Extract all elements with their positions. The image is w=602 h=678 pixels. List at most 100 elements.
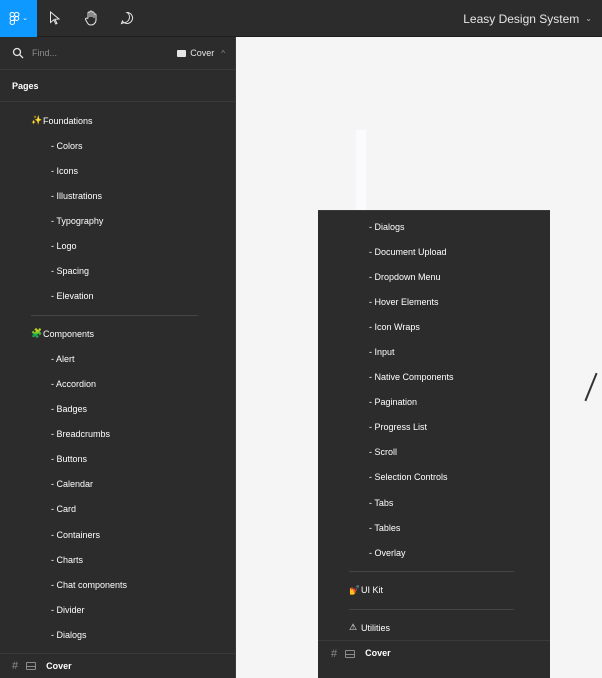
dropdown-item-progress-list[interactable]: - Progress List: [318, 415, 550, 440]
page-label: - Tables: [369, 522, 401, 533]
figma-menu-button[interactable]: ⌄: [0, 0, 37, 37]
page-label: - Badges: [51, 404, 88, 415]
page-label: - Dropdown Menu: [369, 271, 441, 282]
page-item-spacing[interactable]: - Spacing: [0, 259, 235, 284]
warning-icon: ⚠: [349, 622, 358, 633]
page-label: - Chat components: [51, 579, 128, 590]
dropdown-item-dialogs[interactable]: - Dialogs: [318, 214, 550, 239]
cursor-icon: [50, 11, 61, 25]
page-item-charts[interactable]: - Charts: [0, 547, 235, 572]
dropdown-footer: # Cover: [318, 640, 550, 678]
dropdown-item-dropdown-menu[interactable]: - Dropdown Menu: [318, 264, 550, 289]
pages-dropdown[interactable]: - Dialogs - Document Upload - Dropdown M…: [318, 210, 550, 678]
page-item-foundations[interactable]: ✨ Foundations: [0, 108, 235, 133]
dropdown-list: - Dialogs - Document Upload - Dropdown M…: [318, 214, 550, 641]
page-label: - Dialogs: [51, 629, 87, 640]
page-item-card[interactable]: - Card: [0, 497, 235, 522]
dropdown-divider: [318, 565, 550, 578]
page-item-colors[interactable]: - Colors: [0, 133, 235, 158]
page-item-typography[interactable]: - Typography: [0, 208, 235, 233]
dropdown-item-hover-elements[interactable]: - Hover Elements: [318, 289, 550, 314]
dropdown-item-icon-wraps[interactable]: - Icon Wraps: [318, 314, 550, 339]
page-label: - Containers: [51, 529, 101, 540]
search-input[interactable]: [32, 48, 178, 58]
dropdown-item-utilities[interactable]: ⚠ Utilities: [318, 615, 550, 640]
move-tool-button[interactable]: [37, 0, 73, 37]
left-panel: Cover ^ Pages ✨Foundations - Colors - Ic…: [0, 37, 236, 678]
page-label: - Colors: [51, 140, 83, 151]
pages-header: Pages: [0, 70, 235, 102]
page-label: - Breadcrumbs: [51, 429, 111, 440]
hand-icon: [84, 10, 97, 26]
device-icon[interactable]: [345, 650, 356, 658]
page-item-elevation[interactable]: - Elevation: [0, 284, 235, 309]
current-page-label: Cover: [190, 48, 215, 58]
page-label: - Card: [51, 504, 77, 515]
page-label: - Input: [369, 347, 395, 358]
panel-footer: # Cover: [0, 653, 235, 678]
dropdown-item-overlay[interactable]: - Overlay: [318, 540, 550, 565]
chevron-up-icon: ^: [221, 48, 225, 58]
page-item-accordion[interactable]: - Accordion: [0, 371, 235, 396]
page-item-logo[interactable]: - Logo: [0, 233, 235, 258]
search-icon: [12, 47, 24, 59]
page-label: - Hover Elements: [369, 296, 439, 307]
page-label: - Scroll: [369, 447, 398, 458]
page-label: - Selection Controls: [369, 472, 448, 483]
page-label: - Icons: [51, 165, 79, 176]
page-item-breadcrumbs[interactable]: - Breadcrumbs: [0, 422, 235, 447]
file-title-label: Leasy Design System: [463, 11, 580, 26]
frame-icon[interactable]: #: [331, 648, 337, 660]
page-label: - Spacing: [51, 266, 90, 277]
page-label: - Document Upload: [369, 246, 447, 257]
dropdown-item-native-components[interactable]: - Native Components: [318, 365, 550, 390]
page-item-chat-components[interactable]: - Chat components: [0, 572, 235, 597]
chevron-down-icon: ⌄: [22, 15, 28, 22]
dropdown-item-scroll[interactable]: - Scroll: [318, 440, 550, 465]
page-label: - Pagination: [369, 397, 418, 408]
page-label: - Logo: [51, 241, 77, 252]
page-item-components[interactable]: 🧩 Components: [0, 321, 235, 346]
dropdown-item-input[interactable]: - Input: [318, 339, 550, 364]
page-label: - Charts: [51, 554, 84, 565]
device-icon[interactable]: [26, 662, 37, 670]
page-item-illustrations[interactable]: - Illustrations: [0, 183, 235, 208]
page-label: - Progress List: [369, 422, 428, 433]
dropdown-item-tabs[interactable]: - Tabs: [318, 490, 550, 515]
footer-page-label[interactable]: Cover: [46, 661, 72, 671]
page-label: - Dialogs: [369, 221, 405, 232]
page-item-buttons[interactable]: - Buttons: [0, 447, 235, 472]
dropdown-item-selection-controls[interactable]: - Selection Controls: [318, 465, 550, 490]
page-item-dialogs[interactable]: - Dialogs: [0, 622, 235, 640]
hand-tool-button[interactable]: [73, 0, 109, 37]
page-label: - Elevation: [51, 291, 94, 302]
nail-polish-icon: 💅: [349, 584, 361, 595]
sparkles-icon: ✨: [31, 115, 43, 126]
page-item-icons[interactable]: - Icons: [0, 158, 235, 183]
page-item-alert[interactable]: - Alert: [0, 346, 235, 371]
page-item-containers[interactable]: - Containers: [0, 522, 235, 547]
footer-page-label[interactable]: Cover: [365, 648, 391, 658]
pages-list[interactable]: ✨ Foundations - Colors - Icons - Illustra…: [0, 102, 235, 640]
dropdown-item-tables[interactable]: - Tables: [318, 515, 550, 540]
dropdown-item-ui-kit[interactable]: 💅 UI Kit: [318, 578, 550, 603]
page-divider: [0, 309, 235, 322]
frame-icon[interactable]: #: [12, 660, 18, 672]
page-label: Utilities: [361, 622, 391, 633]
page-item-badges[interactable]: - Badges: [0, 397, 235, 422]
page-label: - Calendar: [51, 479, 94, 490]
dropdown-item-document-upload[interactable]: - Document Upload: [318, 239, 550, 264]
comment-tool-button[interactable]: [109, 0, 145, 37]
dropdown-divider: [318, 603, 550, 616]
page-label: - Accordion: [51, 378, 97, 389]
page-label: - Typography: [51, 215, 104, 226]
page-label: UI Kit: [361, 585, 384, 596]
file-title[interactable]: Leasy Design System ⌄: [463, 0, 592, 37]
page-label: - Illustrations: [51, 190, 103, 201]
current-page-toggle[interactable]: Cover ^: [177, 48, 225, 58]
page-item-divider[interactable]: - Divider: [0, 597, 235, 622]
dropdown-item-pagination[interactable]: - Pagination: [318, 390, 550, 415]
page-item-calendar[interactable]: - Calendar: [0, 472, 235, 497]
page-label: - Buttons: [51, 454, 88, 465]
book-icon: [177, 49, 187, 57]
